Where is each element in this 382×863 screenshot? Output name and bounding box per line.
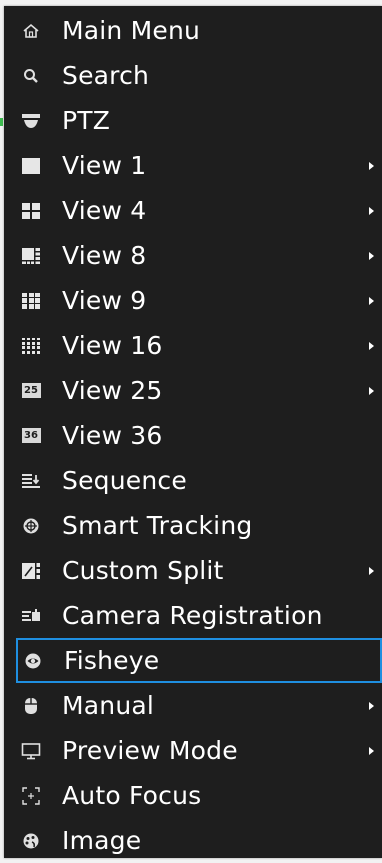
menu-item-label: View 36 (62, 421, 163, 450)
view-36-icon: 36 (20, 425, 42, 447)
submenu-arrow-icon (369, 296, 374, 305)
menu-item-view-9[interactable]: View 9 (4, 278, 382, 323)
menu-item-label: Image (62, 826, 142, 855)
menu-item-label: View 1 (62, 151, 147, 180)
menu-item-label: Auto Focus (62, 781, 202, 810)
sequence-icon (20, 470, 42, 492)
menu-item-auto-focus[interactable]: Auto Focus (4, 773, 382, 818)
view-16-icon (20, 335, 42, 357)
fisheye-icon (22, 650, 44, 672)
submenu-arrow-icon (369, 701, 374, 710)
menu-item-view-25[interactable]: 25 View 25 (4, 368, 382, 413)
custom-split-icon (20, 560, 42, 582)
menu-item-camera-registration[interactable]: Camera Registration (4, 593, 382, 638)
submenu-arrow-icon (369, 386, 374, 395)
menu-item-custom-split[interactable]: Custom Split (4, 548, 382, 593)
submenu-arrow-icon (369, 161, 374, 170)
menu-item-label: View 8 (62, 241, 147, 270)
menu-item-manual[interactable]: Manual (4, 683, 382, 728)
menu-item-label: Sequence (62, 466, 187, 495)
edge-marker (0, 118, 3, 126)
image-icon (20, 830, 42, 852)
manual-icon (20, 695, 42, 717)
smart-tracking-icon (20, 515, 42, 537)
submenu-arrow-icon (369, 341, 374, 350)
menu-item-label: View 9 (62, 286, 147, 315)
view-4-icon (20, 200, 42, 222)
context-menu: Main Menu Search PTZ View 1 View 4 View … (4, 6, 382, 858)
menu-item-label: PTZ (62, 106, 111, 135)
menu-item-view-1[interactable]: View 1 (4, 143, 382, 188)
menu-item-view-8[interactable]: View 8 (4, 233, 382, 278)
menu-item-label: View 16 (62, 331, 163, 360)
menu-item-label: Preview Mode (62, 736, 238, 765)
view-1-icon (20, 155, 42, 177)
auto-focus-icon (20, 785, 42, 807)
menu-item-ptz[interactable]: PTZ (4, 98, 382, 143)
menu-item-view-36[interactable]: 36 View 36 (4, 413, 382, 458)
menu-item-view-16[interactable]: View 16 (4, 323, 382, 368)
home-icon (20, 20, 42, 42)
menu-item-label: Camera Registration (62, 601, 323, 630)
camera-registration-icon (20, 605, 42, 627)
menu-item-label: Smart Tracking (62, 511, 253, 540)
menu-item-image[interactable]: Image (4, 818, 382, 863)
search-icon (20, 65, 42, 87)
menu-item-label: Search (62, 61, 150, 90)
view-9-icon (20, 290, 42, 312)
submenu-arrow-icon (369, 206, 374, 215)
menu-item-sequence[interactable]: Sequence (4, 458, 382, 503)
menu-item-main-menu[interactable]: Main Menu (4, 8, 382, 53)
preview-mode-icon (20, 740, 42, 762)
submenu-arrow-icon (369, 251, 374, 260)
view-8-icon (20, 245, 42, 267)
menu-item-view-4[interactable]: View 4 (4, 188, 382, 233)
menu-item-label: View 25 (62, 376, 163, 405)
menu-item-label: View 4 (62, 196, 147, 225)
ptz-camera-icon (20, 110, 42, 132)
menu-item-label: Main Menu (62, 16, 201, 45)
menu-item-search[interactable]: Search (4, 53, 382, 98)
menu-item-label: Fisheye (64, 646, 160, 675)
menu-item-smart-tracking[interactable]: Smart Tracking (4, 503, 382, 548)
menu-item-preview-mode[interactable]: Preview Mode (4, 728, 382, 773)
menu-item-fisheye[interactable]: Fisheye (16, 638, 382, 683)
submenu-arrow-icon (369, 566, 374, 575)
menu-item-label: Manual (62, 691, 155, 720)
view-25-icon: 25 (20, 380, 42, 402)
submenu-arrow-icon (369, 746, 374, 755)
menu-item-label: Custom Split (62, 556, 224, 585)
